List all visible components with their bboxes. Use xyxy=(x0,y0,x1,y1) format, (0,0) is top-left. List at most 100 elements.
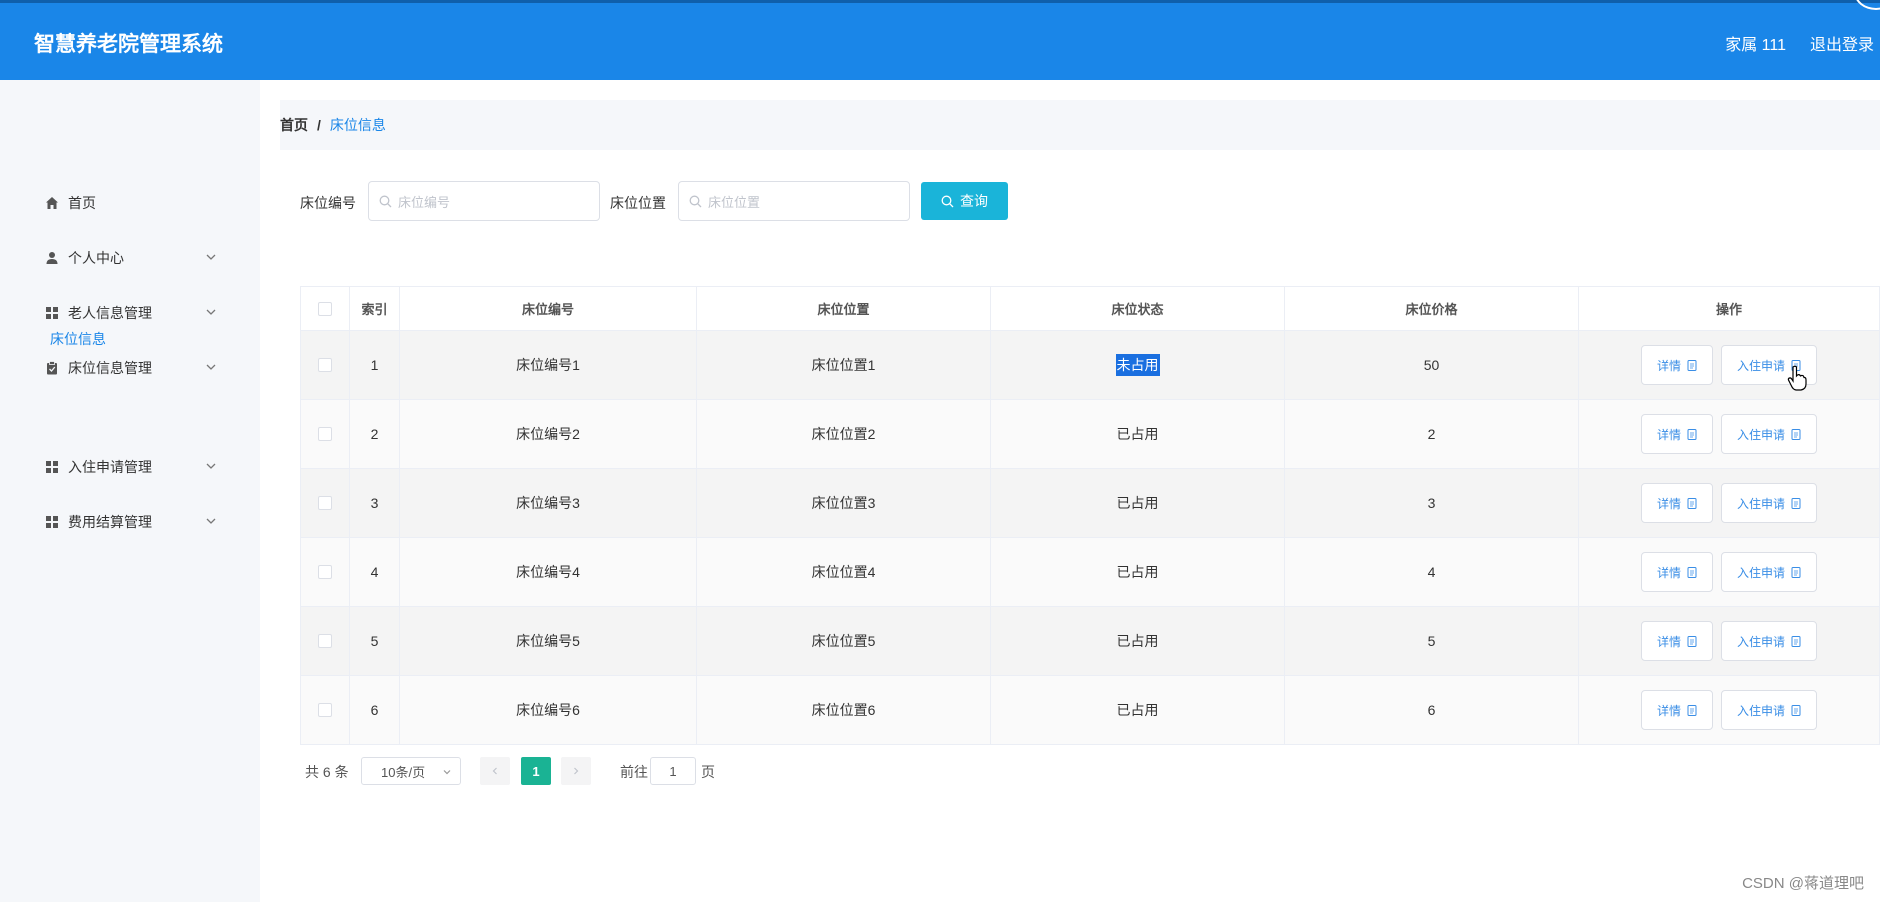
row-checkbox[interactable] xyxy=(318,427,332,441)
grid-icon xyxy=(44,305,60,321)
app-title: 智慧养老院管理系统 xyxy=(34,33,223,56)
table-row: 1 床位编号1 床位位置1 未占用 50 详情 入住申请 xyxy=(300,331,1880,400)
cell-bed-status: 未占用 xyxy=(991,331,1285,399)
cell-index: 3 xyxy=(350,469,400,537)
sidebar-item-bed-info[interactable]: 床位信息管理 xyxy=(44,353,224,383)
document-icon xyxy=(1687,359,1697,371)
detail-label: 详情 xyxy=(1656,565,1681,580)
cell-bed-location: 床位位置5 xyxy=(697,607,991,675)
next-page-button[interactable] xyxy=(561,757,591,785)
row-select xyxy=(300,469,350,537)
sidebar-item-personal-center[interactable]: 个人中心 xyxy=(44,243,224,273)
row-checkbox[interactable] xyxy=(318,565,332,579)
cell-bed-price: 5 xyxy=(1285,607,1579,675)
table-row: 5 床位编号5 床位位置5 已占用 5 详情 入住申请 xyxy=(300,607,1880,676)
page-size-select[interactable]: 10条/页 xyxy=(361,757,461,785)
selected-status-text: 未占用 xyxy=(1115,354,1160,376)
detail-button[interactable]: 详情 xyxy=(1641,345,1713,385)
watermark: CSDN @蒋道理吧 xyxy=(1742,875,1864,892)
cell-bed-location: 床位位置6 xyxy=(697,676,991,744)
row-select xyxy=(300,400,350,468)
apply-label: 入住申请 xyxy=(1736,496,1785,511)
row-select xyxy=(300,607,350,675)
logout-link[interactable]: 退出登录 xyxy=(1810,31,1874,55)
row-select xyxy=(300,538,350,606)
cell-bed-location: 床位位置1 xyxy=(697,331,991,399)
detail-button[interactable]: 详情 xyxy=(1641,414,1713,454)
cell-bed-price: 4 xyxy=(1285,538,1579,606)
search-icon xyxy=(379,195,392,207)
grid-icon xyxy=(44,514,60,530)
page-number-current[interactable]: 1 xyxy=(521,757,551,785)
goto-page-input[interactable]: 1 xyxy=(650,757,696,785)
checkin-apply-button[interactable]: 入住申请 xyxy=(1721,483,1817,523)
user-icon xyxy=(44,250,60,266)
chevron-down-icon xyxy=(206,518,216,524)
cell-actions: 详情 入住申请 xyxy=(1579,538,1880,606)
document-icon xyxy=(1687,704,1697,716)
detail-button[interactable]: 详情 xyxy=(1641,690,1713,730)
bed-number-label: 床位编号 xyxy=(300,195,356,211)
cell-actions: 详情 入住申请 xyxy=(1579,469,1880,537)
cell-index: 1 xyxy=(350,331,400,399)
sidebar-item-checkin-application[interactable]: 入住申请管理 xyxy=(44,452,224,482)
header-bed-price: 床位价格 xyxy=(1285,287,1579,330)
cell-bed-location: 床位位置2 xyxy=(697,400,991,468)
detail-label: 详情 xyxy=(1656,496,1681,511)
cell-index: 2 xyxy=(350,400,400,468)
checkin-apply-button[interactable]: 入住申请 xyxy=(1721,414,1817,454)
header-bed-location: 床位位置 xyxy=(697,287,991,330)
query-button[interactable]: 查询 xyxy=(921,182,1008,220)
sidebar-item-home[interactable]: 首页 xyxy=(44,188,224,218)
detail-button[interactable]: 详情 xyxy=(1641,552,1713,592)
bed-table: 索引 床位编号 床位位置 床位状态 床位价格 操作 1 床位编号1 床位位置1 … xyxy=(300,286,1880,745)
prev-page-button[interactable] xyxy=(480,757,510,785)
document-icon xyxy=(1687,428,1697,440)
row-checkbox[interactable] xyxy=(318,358,332,372)
cell-bed-price: 2 xyxy=(1285,400,1579,468)
cell-bed-status: 已占用 xyxy=(991,607,1285,675)
detail-label: 详情 xyxy=(1656,358,1681,373)
detail-label: 详情 xyxy=(1656,427,1681,442)
header-bed-status: 床位状态 xyxy=(991,287,1285,330)
header-top-border xyxy=(0,0,1880,3)
grid-icon xyxy=(44,459,60,475)
query-button-label: 查询 xyxy=(960,193,988,209)
bed-location-input[interactable]: 床位位置 xyxy=(678,181,910,221)
cell-bed-location: 床位位置4 xyxy=(697,538,991,606)
apply-label: 入住申请 xyxy=(1736,565,1785,580)
top-header: 智慧养老院管理系统 家属 111 退出登录 xyxy=(0,0,1880,80)
select-all-checkbox[interactable] xyxy=(318,301,332,316)
breadcrumb: 首页 / 床位信息 xyxy=(280,100,1880,150)
breadcrumb-home[interactable]: 首页 xyxy=(280,115,308,135)
page-size-value: 10条/页 xyxy=(381,764,426,780)
row-checkbox[interactable] xyxy=(318,634,332,648)
cell-actions: 详情 入住申请 xyxy=(1579,607,1880,675)
sidebar-item-label: 首页 xyxy=(68,195,96,211)
sidebar-item-elder-info[interactable]: 老人信息管理 xyxy=(44,298,224,328)
sidebar-item-fee-settlement[interactable]: 费用结算管理 xyxy=(44,507,224,537)
sidebar-item-label: 床位信息管理 xyxy=(68,360,152,376)
checkin-apply-button[interactable]: 入住申请 xyxy=(1721,552,1817,592)
detail-button[interactable]: 详情 xyxy=(1641,621,1713,661)
detail-button[interactable]: 详情 xyxy=(1641,483,1713,523)
cell-bed-number: 床位编号3 xyxy=(400,469,697,537)
cell-bed-status: 已占用 xyxy=(991,538,1285,606)
checkin-apply-button[interactable]: 入住申请 xyxy=(1721,621,1817,661)
cell-bed-status: 已占用 xyxy=(991,676,1285,744)
avatar[interactable] xyxy=(1854,0,1880,10)
row-checkbox[interactable] xyxy=(318,703,332,717)
sidebar-item-label: 费用结算管理 xyxy=(68,514,152,530)
document-icon xyxy=(1791,704,1801,716)
checkin-apply-button[interactable]: 入住申请 xyxy=(1721,690,1817,730)
row-checkbox[interactable] xyxy=(318,496,332,510)
cell-index: 6 xyxy=(350,676,400,744)
table-row: 3 床位编号3 床位位置3 已占用 3 详情 入住申请 xyxy=(300,469,1880,538)
chevron-left-icon xyxy=(492,767,497,775)
cell-bed-price: 50 xyxy=(1285,331,1579,399)
apply-label: 入住申请 xyxy=(1736,427,1785,442)
search-icon xyxy=(689,195,702,207)
bed-number-input[interactable]: 床位编号 xyxy=(368,181,600,221)
bed-number-placeholder: 床位编号 xyxy=(398,194,451,210)
sidebar-subitem-bed-info[interactable]: 床位信息 xyxy=(50,329,106,349)
